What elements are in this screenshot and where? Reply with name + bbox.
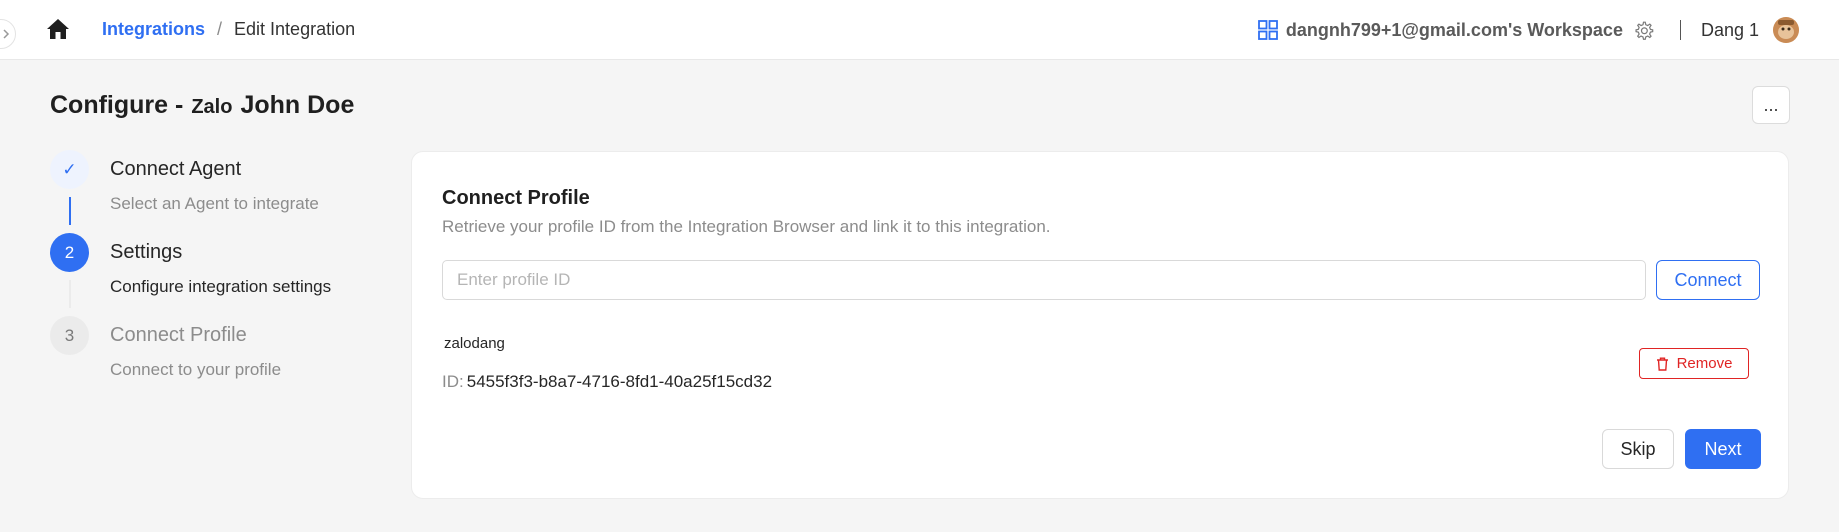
step-connector [69,197,71,225]
step-title: Settings [110,241,183,263]
connect-profile-card: Connect Profile Retrieve your profile ID… [411,151,1789,499]
page-title: Configure - Zalo John Doe [50,91,354,120]
step-description: Connect to your profile [110,360,282,379]
step-number: 2 [50,233,89,272]
avatar[interactable] [1773,17,1799,43]
next-button[interactable]: Next [1685,429,1761,469]
more-options-button[interactable]: ... [1752,86,1790,124]
page-title-name: John Doe [240,91,355,119]
skip-button[interactable]: Skip [1602,429,1674,469]
remove-button[interactable]: Remove [1639,348,1749,379]
home-icon[interactable] [46,18,70,40]
profile-id-value: 5455f3f3-b8a7-4716-8fd1-40a25f15cd32 [466,372,773,391]
top-bar: Integrations / Edit Integration dangnh79… [0,0,1839,60]
step-title: Connect Agent [110,158,242,180]
zalo-logo-text: Zalo [191,96,233,118]
trash-icon [1656,357,1668,371]
profile-id: ID: 5455f3f3-b8a7-4716-8fd1-40a25f15cd32 [442,372,772,392]
workspace-name[interactable]: dangnh799+1@gmail.com's Workspace [1286,20,1623,41]
profile-id-input[interactable] [442,260,1646,300]
breadcrumb: Integrations / Edit Integration [102,19,355,40]
grid-icon [1257,20,1278,40]
avatar-image [1773,17,1799,43]
profile-id-label: ID: [442,372,464,391]
card-subtitle: Retrieve your profile ID from the Integr… [442,217,1051,236]
step-number: 3 [50,316,89,355]
top-right-area: dangnh799+1@gmail.com's Workspace Dang 1 [1257,17,1799,43]
step-connector [69,280,71,308]
sidebar-toggle-button[interactable] [0,19,16,49]
breadcrumb-separator: / [217,19,223,39]
header-divider [1679,20,1681,40]
profile-name: zalodang [444,335,505,352]
step-title: Connect Profile [110,324,247,346]
page-title-prefix: Configure - [50,91,184,119]
step-check-icon: ✓ [50,150,89,189]
user-name[interactable]: Dang 1 [1701,20,1759,41]
breadcrumb-integrations-link[interactable]: Integrations [102,19,205,40]
step-description: Select an Agent to integrate [110,194,319,213]
card-title: Connect Profile [442,187,590,209]
connect-button[interactable]: Connect [1656,260,1760,300]
chevron-right-icon [3,29,10,39]
breadcrumb-current: Edit Integration [234,19,356,39]
gear-icon[interactable] [1633,20,1654,41]
step-description: Configure integration settings [110,277,332,296]
remove-label: Remove [1676,355,1733,372]
